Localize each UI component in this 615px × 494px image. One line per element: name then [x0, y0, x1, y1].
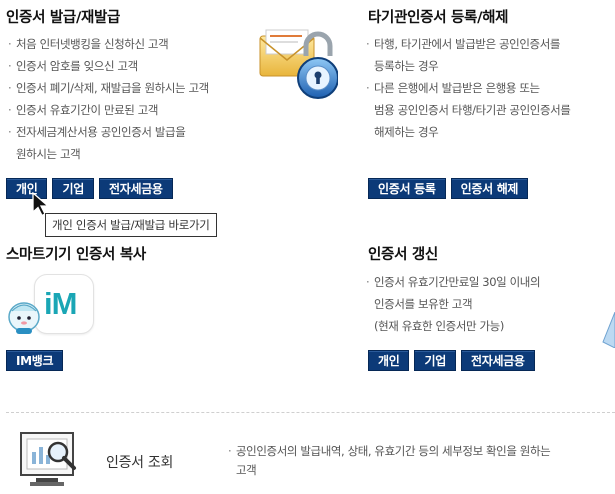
lookup-title: 인증서 조회: [106, 455, 174, 471]
register-bullet-continued: 범용 공인인증서 타행/타기관 공인인증서를: [374, 103, 571, 117]
renew-business-button[interactable]: 기업: [414, 350, 456, 371]
smart-button-row: IM뱅크: [6, 350, 64, 371]
issue-business-button[interactable]: 기업: [52, 178, 94, 199]
section-divider: [6, 412, 615, 413]
issue-title: 인증서 발급/재발급: [6, 10, 121, 26]
register-button-row: 인증서 등록 인증서 해제: [368, 178, 529, 199]
issue-bullet: 인증서 암호를 잊으신 고객: [8, 55, 209, 77]
issue-bullet-text: 원하시는 고객: [16, 147, 81, 161]
smart-title: 스마트기기 인증서 복사: [6, 247, 146, 263]
lookup-description: · 공인인증서의 발급내역, 상태, 유효기간 등의 세부정보 확인을 원하는 고…: [228, 442, 551, 480]
lookup-desc-text: 공인인증서의 발급내역, 상태, 유효기간 등의 세부정보 확인을 원하는: [236, 444, 551, 458]
issue-bullet: 처음 인터넷뱅킹을 신청하신 고객: [8, 33, 209, 55]
envelope-lock-icon: [258, 26, 339, 102]
register-bullet: 다른 은행에서 발급받은 은행용 또는: [366, 77, 570, 99]
register-title: 타기관인증서 등록/해제: [368, 10, 509, 26]
renew-button-row: 개인 기업 전자세금용: [368, 350, 535, 371]
renew-bullets: 인증서 유효기간만료일 30일 이내의 인증서를 보유한 고객 (현재 유효한 …: [366, 271, 541, 337]
register-bullet-continued: 등록하는 경우: [374, 59, 439, 73]
renew-title: 인증서 갱신: [368, 247, 438, 263]
lookup-desc-line: · 공인인증서의 발급내역, 상태, 유효기간 등의 세부정보 확인을 원하는: [228, 444, 551, 458]
register-bullet-continued: 해제하는 경우: [374, 125, 439, 139]
register-bullets: 타행, 타기관에서 발급받은 공인인증서를 등록하는 경우 다른 은행에서 발급…: [366, 33, 571, 143]
renew-bullet: 인증서 유효기간만료일 30일 이내의: [366, 271, 541, 293]
mascot-icon: [6, 297, 42, 337]
issue-bullet: 인증서 폐기/삭제, 재발급을 원하시는 고객: [8, 77, 209, 99]
issue-etax-button[interactable]: 전자세금용: [98, 178, 173, 199]
renew-decor-icon: [601, 311, 615, 349]
im-logo-text: iM: [44, 286, 77, 321]
issue-bullet: 전자세금계산서용 공인인증서 발급을: [8, 121, 209, 143]
renew-bullet-continued: 인증서를 보유한 고객: [374, 297, 473, 311]
im-app-logo: iM: [34, 274, 94, 334]
issue-bullet: 인증서 유효기간이 만료된 고객: [8, 99, 209, 121]
renew-personal-button[interactable]: 개인: [368, 350, 410, 371]
renew-etax-button[interactable]: 전자세금용: [460, 350, 535, 371]
renew-bullet-continued: (현재 유효한 인증서만 가능): [374, 319, 504, 333]
lookup-desc-line: 고객: [236, 463, 257, 477]
register-bullet: 타행, 타기관에서 발급받은 공인인증서를: [366, 33, 570, 55]
im-bank-button[interactable]: IM뱅크: [6, 350, 64, 371]
monitor-search-icon: [18, 430, 80, 492]
issue-tooltip: 개인 인증서 발급/재발급 바로가기: [45, 213, 217, 237]
issue-bullet-continued: 원하시는 고객: [8, 143, 209, 165]
register-cert-button[interactable]: 인증서 등록: [368, 178, 446, 199]
unregister-cert-button[interactable]: 인증서 해제: [450, 178, 529, 199]
issue-bullets: 처음 인터넷뱅킹을 신청하신 고객 인증서 암호를 잊으신 고객 인증서 폐기/…: [8, 33, 209, 165]
